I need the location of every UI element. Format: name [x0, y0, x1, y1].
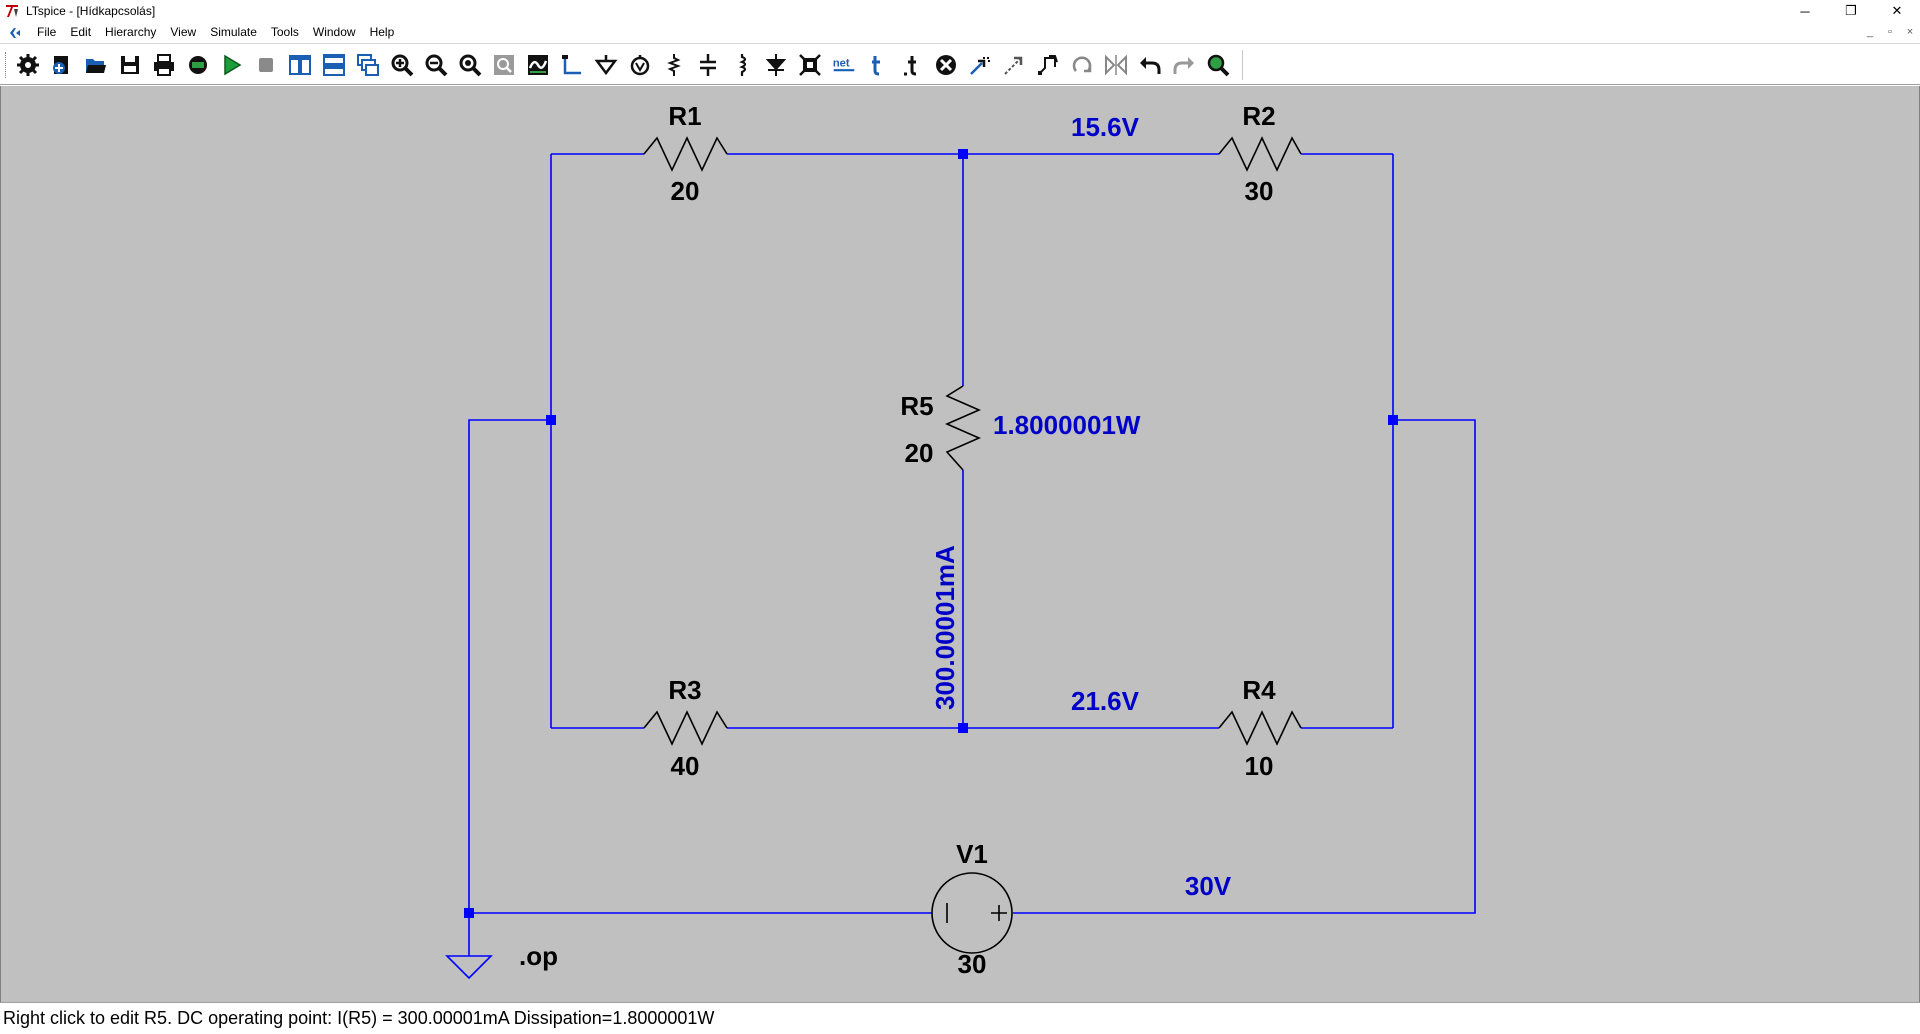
toolbar: net	[0, 43, 1920, 85]
new-schematic-icon[interactable]	[48, 51, 76, 79]
zoom-full-icon[interactable]	[456, 51, 484, 79]
cascade-icon[interactable]	[354, 51, 382, 79]
r4-value-label[interactable]: 10	[1245, 751, 1274, 781]
text-icon[interactable]	[864, 51, 892, 79]
menu-hierarchy[interactable]: Hierarchy	[98, 22, 163, 43]
menu-tools[interactable]: Tools	[264, 22, 306, 43]
redo-icon[interactable]	[1170, 51, 1198, 79]
r5-current-label: 300.00001mA	[930, 545, 960, 710]
mirror-icon[interactable]	[1102, 51, 1130, 79]
print-icon[interactable]	[150, 51, 178, 79]
v1-ref-label[interactable]: V1	[956, 839, 988, 869]
label-net-icon[interactable]: net	[830, 51, 858, 79]
menu-simulate[interactable]: Simulate	[203, 22, 264, 43]
status-bar: Right click to edit R5. DC operating poi…	[0, 1002, 1920, 1034]
save-icon[interactable]	[116, 51, 144, 79]
settings-icon[interactable]	[14, 51, 42, 79]
resistor-icon[interactable]	[660, 51, 688, 79]
wire-icon[interactable]	[558, 51, 586, 79]
menu-help[interactable]: Help	[363, 22, 402, 43]
ground-icon[interactable]	[592, 51, 620, 79]
spice-directive-icon[interactable]	[898, 51, 926, 79]
halt-icon[interactable]	[252, 51, 280, 79]
close-button[interactable]: ✕	[1874, 0, 1920, 22]
open-icon[interactable]	[82, 51, 110, 79]
r5-ref-label[interactable]: R5	[900, 391, 933, 421]
tile-horizontal-icon[interactable]	[320, 51, 348, 79]
resistor-r5-symbol[interactable]	[945, 385, 981, 471]
menu-edit[interactable]: Edit	[63, 22, 98, 43]
autorange-icon[interactable]	[524, 51, 552, 79]
move-icon[interactable]	[1000, 51, 1028, 79]
drag-icon[interactable]	[1034, 51, 1062, 79]
run-icon[interactable]	[218, 51, 246, 79]
maximize-button[interactable]: ❐	[1828, 0, 1874, 22]
rotate-icon[interactable]	[1068, 51, 1096, 79]
schematic-drawing[interactable]: R1 20 R2 30 R3 40 R4 10 R5 20 V1 30 15.6…	[1, 86, 1919, 1002]
r1-ref-label[interactable]: R1	[668, 101, 701, 131]
wire[interactable]	[468, 419, 551, 913]
zoom-out-icon[interactable]	[422, 51, 450, 79]
duplicate-icon[interactable]	[966, 51, 994, 79]
junction-dot	[958, 723, 968, 733]
resistor-r3-symbol[interactable]	[643, 710, 728, 746]
inductor-icon[interactable]	[728, 51, 756, 79]
resistor-r1-symbol[interactable]	[643, 136, 728, 172]
junctions	[464, 149, 1398, 918]
delete-icon[interactable]	[932, 51, 960, 79]
v1-value-label[interactable]: 30	[958, 949, 987, 979]
source-voltage-label: 30V	[1185, 871, 1232, 901]
wire[interactable]	[1013, 419, 1476, 914]
window-title: LTspice - [Hídkapcsolás]	[26, 4, 156, 18]
schematic-canvas[interactable]: R1 20 R2 30 R3 40 R4 10 R5 20 V1 30 15.6…	[0, 86, 1920, 1002]
find-icon[interactable]	[1204, 51, 1232, 79]
minimize-button[interactable]: ─	[1782, 0, 1828, 22]
junction-dot	[1388, 415, 1398, 425]
ltspice-app-icon	[6, 5, 18, 17]
toolbar-end-separator	[1242, 50, 1243, 80]
doc-close-button[interactable]: ×	[1902, 24, 1918, 40]
resistor-r2-symbol[interactable]	[1218, 136, 1302, 172]
diode-icon[interactable]	[762, 51, 790, 79]
component-icon[interactable]	[796, 51, 824, 79]
menu-file[interactable]: File	[30, 22, 63, 43]
junction-dot	[464, 908, 474, 918]
tile-vertical-icon[interactable]	[286, 51, 314, 79]
zoom-in-icon[interactable]	[388, 51, 416, 79]
r2-value-label[interactable]: 30	[1245, 176, 1274, 206]
voltage-source-v1-symbol[interactable]	[931, 872, 1013, 954]
toolbar-grip[interactable]	[5, 52, 8, 78]
title-bar: LTspice - [Hídkapcsolás] ─ ❐ ✕	[0, 0, 1920, 22]
junction-dot	[546, 415, 556, 425]
r5-value-label[interactable]: 20	[905, 438, 934, 468]
svg-text:net: net	[833, 58, 850, 70]
schematic-doc-icon[interactable]	[6, 24, 24, 42]
voltage-source-icon[interactable]	[626, 51, 654, 79]
bottom-node-voltage-label: 21.6V	[1071, 686, 1140, 716]
status-text: Right click to edit R5. DC operating poi…	[3, 1008, 715, 1028]
menu-view[interactable]: View	[163, 22, 203, 43]
doc-restore-button[interactable]: ▫	[1882, 24, 1898, 40]
wires[interactable]	[468, 153, 1476, 956]
r3-ref-label[interactable]: R3	[668, 675, 701, 705]
zoom-rect-icon[interactable]	[490, 51, 518, 79]
junction-dot	[958, 149, 968, 159]
r5-power-label: 1.8000001W	[993, 410, 1141, 440]
menu-window[interactable]: Window	[306, 22, 363, 43]
top-node-voltage-label: 15.6V	[1071, 112, 1140, 142]
r2-ref-label[interactable]: R2	[1242, 101, 1275, 131]
ground-symbol[interactable]	[445, 955, 493, 980]
menu-bar: File Edit Hierarchy View Simulate Tools …	[0, 22, 1920, 43]
control-panel-icon[interactable]	[184, 51, 212, 79]
capacitor-icon[interactable]	[694, 51, 722, 79]
r1-value-label[interactable]: 20	[671, 176, 700, 206]
resistor-r4-symbol[interactable]	[1218, 710, 1302, 746]
op-directive-label[interactable]: .op	[519, 941, 558, 971]
doc-minimize-button[interactable]: _	[1862, 24, 1878, 40]
undo-icon[interactable]	[1136, 51, 1164, 79]
r3-value-label[interactable]: 40	[671, 751, 700, 781]
r4-ref-label[interactable]: R4	[1242, 675, 1276, 705]
